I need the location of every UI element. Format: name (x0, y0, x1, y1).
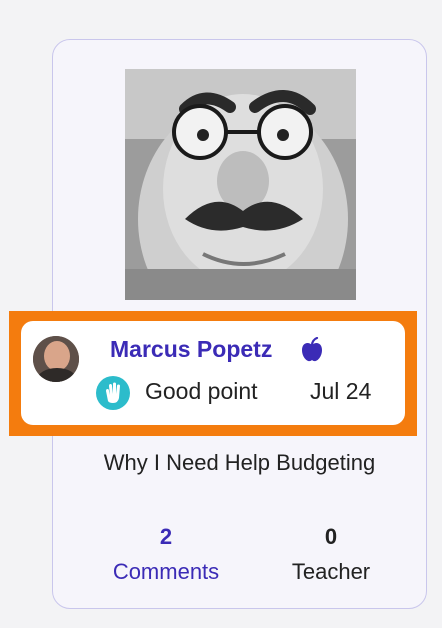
avatar[interactable] (33, 336, 79, 382)
teacher-label: Teacher (291, 559, 371, 584)
post-image[interactable] (125, 69, 356, 300)
apple-icon (300, 336, 324, 363)
post-title[interactable]: Why I Need Help Budgeting (52, 450, 427, 476)
comments-link[interactable]: Comments (91, 559, 241, 585)
reaction-label: Good point (145, 378, 258, 404)
comment-author[interactable]: Marcus Popetz (110, 336, 272, 363)
waving-hand-icon (96, 376, 130, 410)
comments-count[interactable]: 2 (91, 524, 241, 550)
comment-date: Jul 24 (310, 378, 372, 404)
teacher-count: 0 (324, 524, 338, 549)
